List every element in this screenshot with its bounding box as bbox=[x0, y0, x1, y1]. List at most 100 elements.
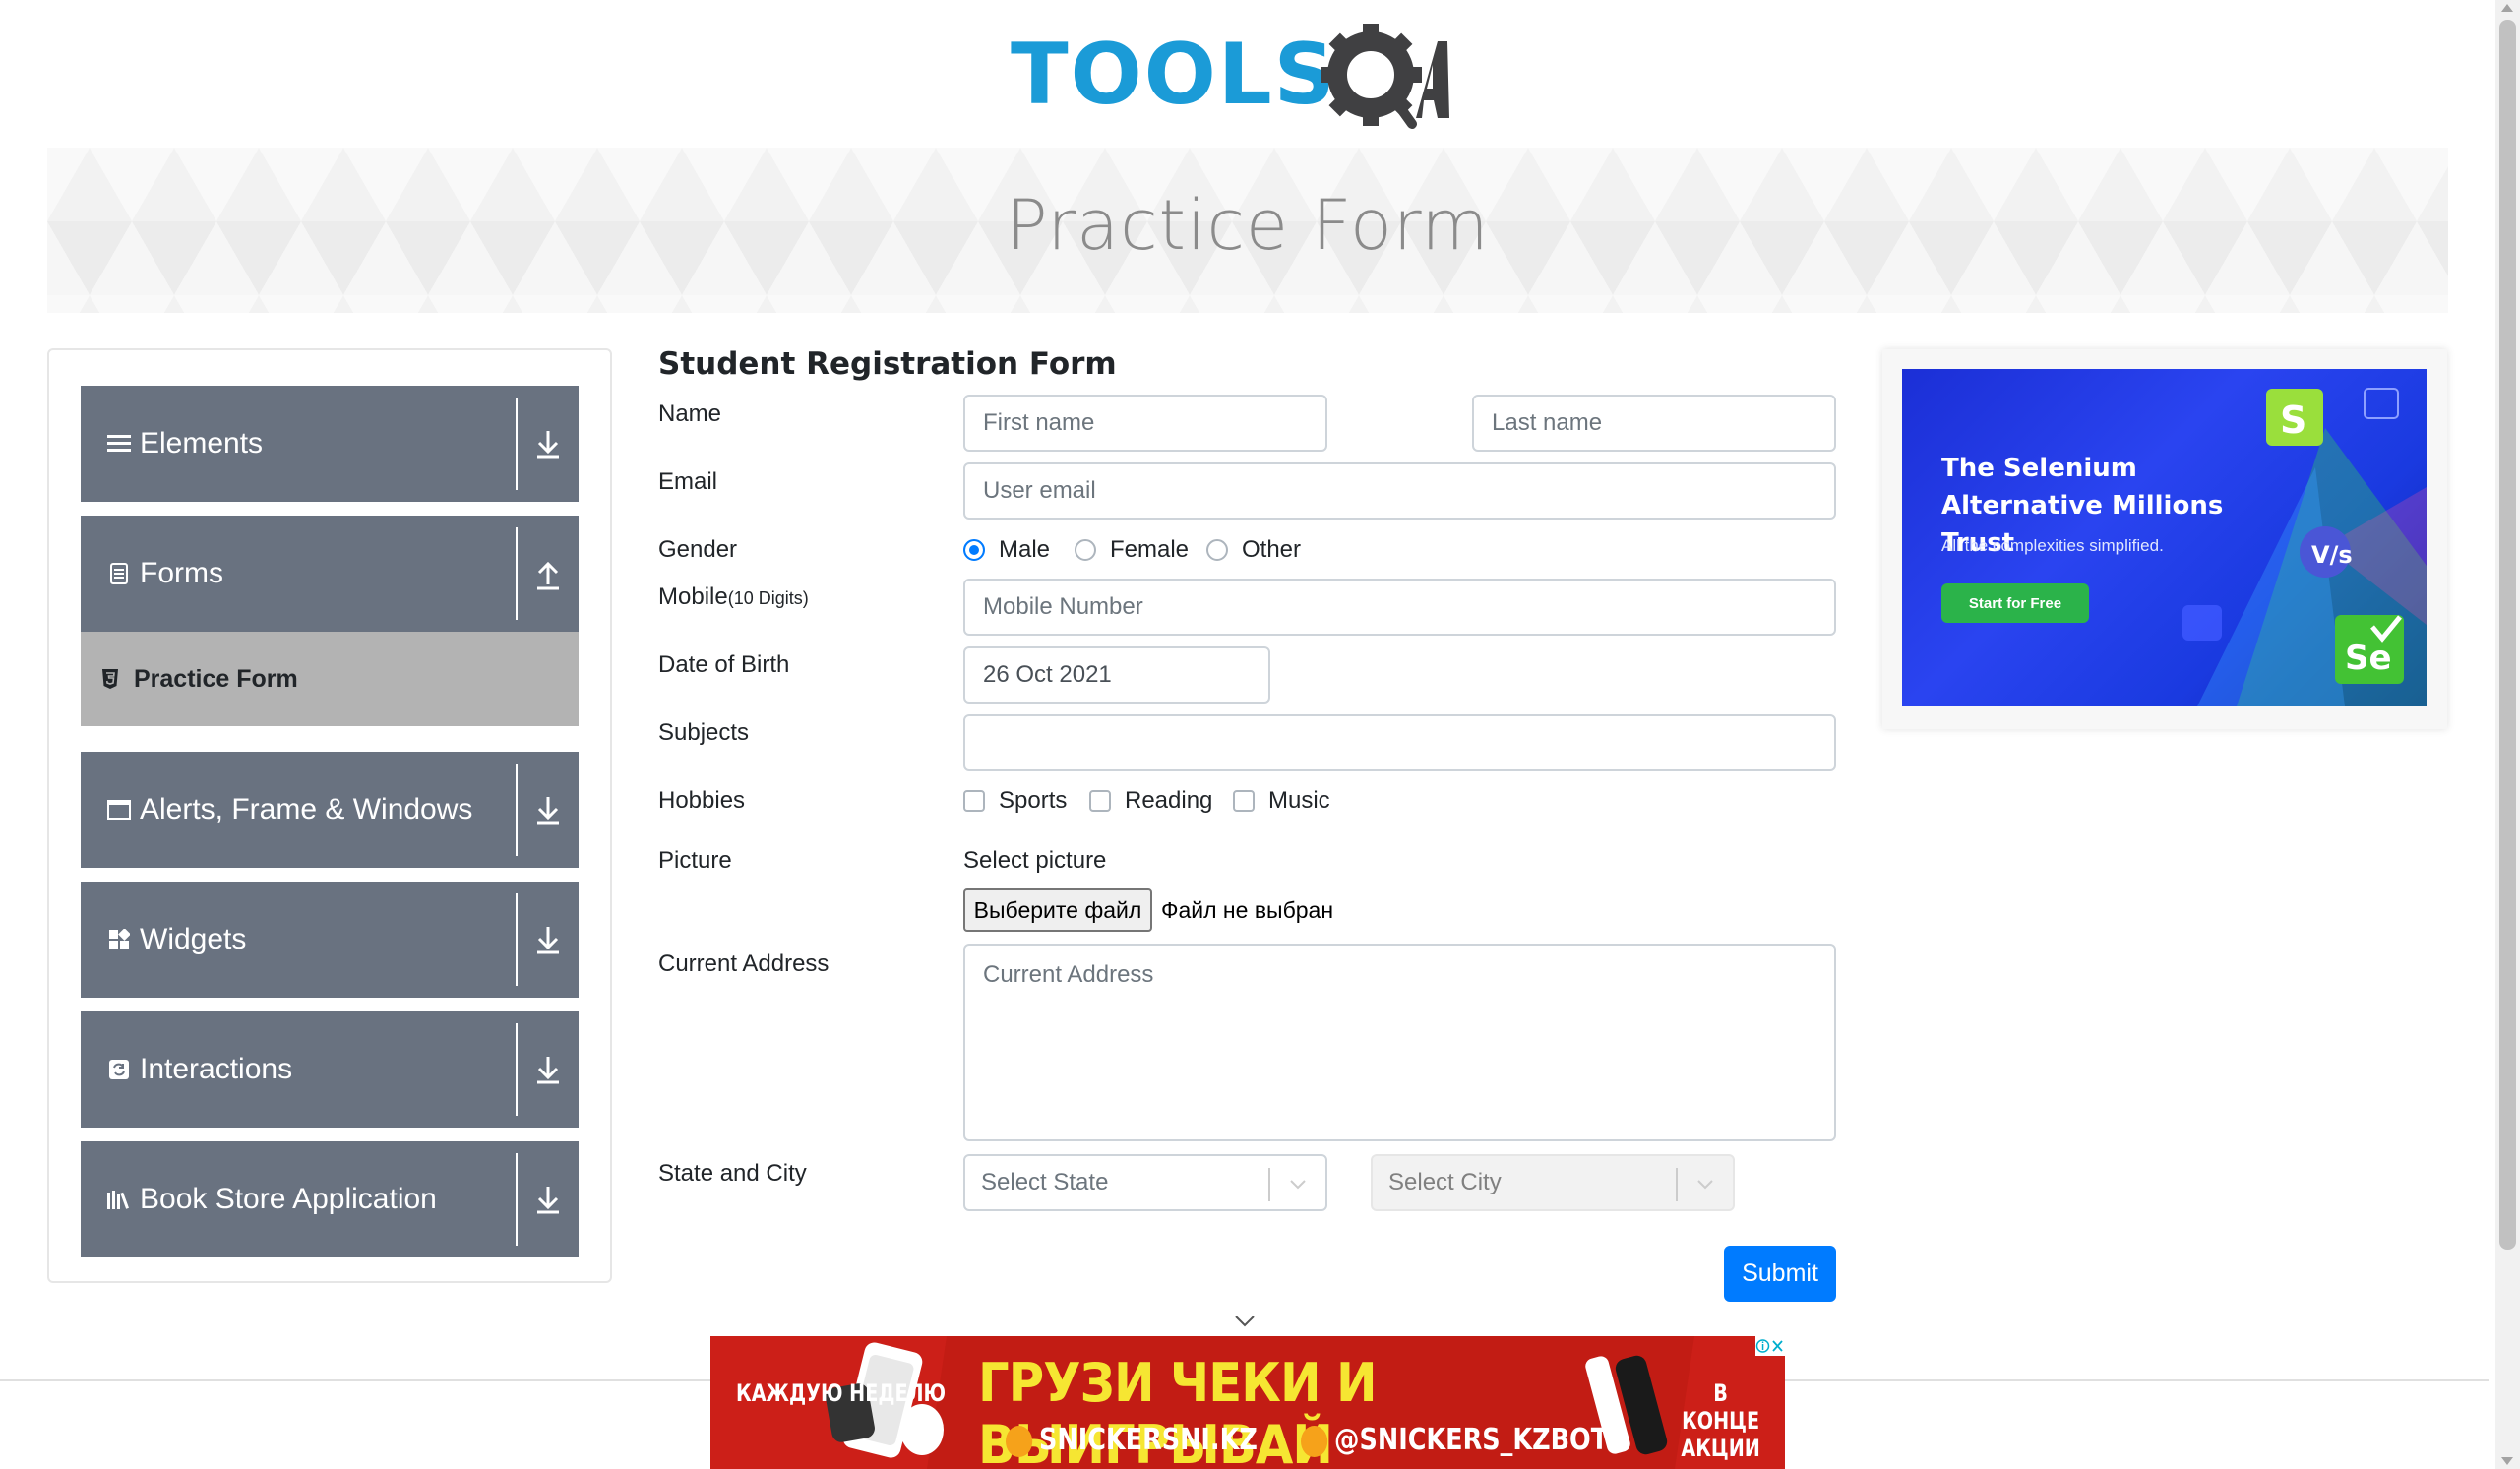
form-title: Student Registration Form bbox=[658, 346, 1117, 382]
ad-left-text: КАЖДУЮ НЕДЕЛЮ bbox=[736, 1379, 947, 1407]
interactions-icon bbox=[106, 1057, 132, 1082]
document-icon bbox=[106, 561, 132, 586]
checkbox[interactable] bbox=[1233, 790, 1255, 812]
checkbox[interactable] bbox=[963, 790, 985, 812]
label-name: Name bbox=[658, 400, 722, 427]
scrollbar-thumb[interactable] bbox=[2499, 20, 2516, 1250]
hamburger-icon bbox=[106, 431, 132, 457]
sidebar-group-widgets[interactable]: Widgets bbox=[81, 882, 579, 998]
last-name-input[interactable]: Last name bbox=[1472, 395, 1836, 452]
subjects-input[interactable] bbox=[963, 714, 1836, 771]
label-picture: Picture bbox=[658, 847, 732, 874]
ad-site-text: SNICKERSNI.KZ bbox=[1006, 1423, 1258, 1457]
select-divider bbox=[1268, 1168, 1270, 1201]
submit-button[interactable]: Submit bbox=[1724, 1246, 1836, 1302]
hobby-checkbox-sports[interactable]: Sports bbox=[963, 787, 1067, 815]
page-title: Practice Form bbox=[1006, 185, 1490, 266]
ad-container: S V/s Se The Selenium Alternative Millio… bbox=[1882, 349, 2447, 729]
vertical-scrollbar[interactable] bbox=[2495, 0, 2520, 1469]
ad-subtext: All the complexities simplified. bbox=[1941, 536, 2164, 555]
mobile-input[interactable]: Mobile Number bbox=[963, 579, 1836, 636]
bottom-ad-banner[interactable]: КАЖДУЮ НЕДЕЛЮ ГРУЗИ ЧЕКИ И ВЫИГРЫВАЙ SNI… bbox=[710, 1336, 1785, 1469]
gear-icon bbox=[1321, 24, 1449, 129]
selenium-alternative-ad[interactable]: S V/s Se The Selenium Alternative Millio… bbox=[1902, 369, 2427, 706]
state-select[interactable]: Select State bbox=[963, 1154, 1327, 1211]
sidebar-group-label: Widgets bbox=[140, 923, 247, 955]
radio-unselected[interactable] bbox=[1206, 539, 1228, 561]
page-banner: Practice Form bbox=[47, 148, 2448, 313]
widgets-icon bbox=[106, 927, 132, 952]
ad-bot-text: @SNICKERS_KZBOT bbox=[1301, 1423, 1608, 1457]
divider bbox=[516, 1153, 518, 1246]
divider bbox=[516, 893, 518, 986]
label-email: Email bbox=[658, 468, 718, 495]
radio-unselected[interactable] bbox=[1075, 539, 1096, 561]
city-placeholder: Select City bbox=[1388, 1169, 1502, 1195]
email-input[interactable]: User email bbox=[963, 462, 1836, 520]
chevron-down-icon bbox=[1697, 1180, 1713, 1190]
sidebar-group-elements[interactable]: Elements bbox=[81, 386, 579, 502]
download-icon bbox=[537, 431, 559, 459]
checkbox-label: Reading bbox=[1125, 787, 1213, 814]
ad-start-free-button[interactable]: Start for Free bbox=[1941, 583, 2089, 623]
radio-selected[interactable] bbox=[963, 539, 985, 561]
choose-file-button[interactable]: Выберите файл bbox=[963, 888, 1152, 932]
sidebar-group-forms[interactable]: Forms bbox=[81, 516, 579, 632]
label-mobile-text: Mobile bbox=[658, 583, 728, 610]
first-name-input[interactable]: First name bbox=[963, 395, 1327, 452]
chevron-down-icon bbox=[1290, 1180, 1306, 1190]
radio-label: Female bbox=[1110, 536, 1190, 563]
date-of-birth-input[interactable]: 26 Oct 2021 bbox=[963, 646, 1270, 704]
label-mobile: Mobile(10 Digits) bbox=[658, 583, 809, 611]
label-state-city: State and City bbox=[658, 1160, 807, 1187]
window-icon bbox=[106, 797, 132, 823]
svg-text:Se: Se bbox=[2345, 639, 2392, 678]
label-subjects: Subjects bbox=[658, 719, 750, 746]
chevron-down-icon[interactable] bbox=[1232, 1313, 1258, 1330]
sidebar-group-alerts[interactable]: Alerts, Frame & Windows bbox=[81, 752, 579, 868]
radio-label: Other bbox=[1242, 536, 1302, 563]
divider bbox=[516, 764, 518, 856]
checkbox[interactable] bbox=[1089, 790, 1111, 812]
ad-close-button[interactable] bbox=[1755, 1336, 1785, 1356]
sidebar-group-interactions[interactable]: Interactions bbox=[81, 1011, 579, 1128]
hobby-checkbox-music[interactable]: Music bbox=[1233, 787, 1330, 815]
telegram-icon bbox=[1301, 1425, 1328, 1457]
sidebar-item-label: Practice Form bbox=[134, 664, 298, 693]
gender-radio-male[interactable]: Male bbox=[963, 536, 1050, 564]
divider bbox=[516, 527, 518, 620]
upload-icon bbox=[537, 561, 559, 590]
hobby-checkbox-reading[interactable]: Reading bbox=[1089, 787, 1212, 815]
sidebar-group-label: Interactions bbox=[140, 1053, 293, 1085]
radio-label: Male bbox=[999, 536, 1051, 563]
download-icon bbox=[537, 1187, 559, 1214]
svg-text:V/s: V/s bbox=[2311, 541, 2353, 569]
scroll-down-icon[interactable] bbox=[2501, 1457, 2513, 1465]
sidebar-group-label: Book Store Application bbox=[140, 1183, 437, 1215]
gender-radio-female[interactable]: Female bbox=[1075, 536, 1189, 564]
label-dob: Date of Birth bbox=[658, 651, 790, 678]
sidebar: Elements Forms Practice Form Alerts, Fra… bbox=[47, 348, 612, 1283]
sidebar-group-label: Forms bbox=[140, 557, 223, 589]
toolsqa-logo[interactable]: TOOLS bbox=[1011, 22, 1489, 136]
current-address-textarea[interactable]: Current Address bbox=[963, 944, 1836, 1141]
checkbox-label: Sports bbox=[999, 787, 1068, 814]
books-icon bbox=[106, 1187, 132, 1212]
divider bbox=[516, 398, 518, 490]
download-icon bbox=[537, 927, 559, 954]
info-icon[interactable] bbox=[1755, 1336, 1770, 1356]
ad-right-text: В КОНЦЕ АКЦИИ bbox=[1681, 1379, 1760, 1462]
sidebar-group-book-store[interactable]: Book Store Application bbox=[81, 1141, 579, 1257]
svg-text:S: S bbox=[2280, 398, 2306, 442]
html5-icon bbox=[102, 669, 118, 689]
sidebar-group-label: Alerts, Frame & Windows bbox=[140, 793, 473, 826]
scroll-up-icon[interactable] bbox=[2501, 4, 2513, 12]
sidebar-item-practice-form[interactable]: Practice Form bbox=[81, 632, 579, 726]
city-select[interactable]: Select City bbox=[1371, 1154, 1735, 1211]
label-mobile-hint: (10 Digits) bbox=[727, 588, 809, 608]
select-divider bbox=[1676, 1168, 1678, 1201]
close-icon[interactable] bbox=[1770, 1336, 1785, 1356]
label-address: Current Address bbox=[658, 950, 830, 977]
label-hobbies: Hobbies bbox=[658, 787, 746, 814]
gender-radio-other[interactable]: Other bbox=[1206, 536, 1301, 564]
